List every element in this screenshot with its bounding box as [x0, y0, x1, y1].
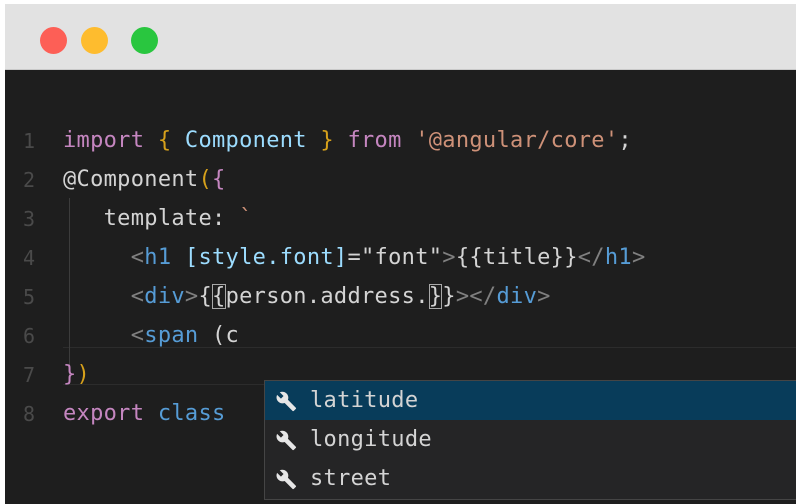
code-token: > — [184, 284, 199, 309]
suggestion-item[interactable]: longitude — [265, 420, 796, 459]
code-token: } — [63, 362, 77, 387]
code-text: }) — [63, 356, 90, 394]
code-token: < — [63, 245, 145, 270]
code-token: "font" — [361, 245, 443, 270]
code-token: template — [63, 206, 212, 231]
code-text: import { Component } from '@angular/core… — [63, 122, 632, 160]
code-token: ; — [618, 128, 632, 153]
close-button[interactable] — [40, 27, 67, 54]
autocomplete-suggestions: latitude longitude street — [264, 380, 796, 500]
code-token: @Component — [63, 167, 199, 192]
code-token: ) — [76, 362, 91, 387]
suggestion-label: longitude — [310, 427, 432, 452]
code-text: <h1 [style.font]="font">{{title}}</h1> — [63, 239, 645, 277]
code-text: <div>{{person.address.}}></div> — [63, 278, 551, 316]
code-token: < — [63, 323, 145, 348]
code-token: export — [63, 401, 145, 426]
code-line[interactable]: 4 <h1 [style.font]="font">{{title}}</h1> — [5, 239, 796, 277]
code-token: } — [442, 284, 456, 309]
code-token: h1 — [604, 245, 632, 270]
line-number: 6 — [23, 324, 36, 348]
code-token: import — [63, 128, 145, 153]
matching-brace: { — [212, 284, 226, 309]
suggestion-item[interactable]: latitude — [265, 381, 796, 420]
code-token: = — [347, 245, 362, 270]
code-token: {{title}} — [455, 245, 578, 270]
line-number: 8 — [23, 402, 36, 426]
line-number: 1 — [23, 129, 36, 153]
code-token: span — [144, 323, 199, 348]
code-line[interactable]: 1 import { Component } from '@angular/cor… — [5, 122, 796, 160]
code-token: from — [347, 128, 402, 153]
code-token: ></ — [455, 284, 497, 309]
title-bar — [5, 4, 796, 70]
code-token: h1 — [144, 245, 172, 270]
suggestion-label: street — [310, 466, 392, 491]
code-token: (c — [198, 323, 240, 348]
line-number: 2 — [23, 168, 36, 192]
code-token: { — [212, 167, 226, 192]
code-text: export class — [63, 395, 226, 433]
suggestion-label: latitude — [310, 388, 419, 413]
code-token: div — [144, 284, 185, 309]
code-text: @Component({ — [63, 161, 226, 199]
code-token: class — [157, 401, 226, 426]
code-token: < — [63, 284, 145, 309]
code-token: Component — [184, 128, 307, 153]
code-token: > — [442, 245, 456, 270]
wrench-icon — [275, 429, 297, 451]
code-token: > — [631, 245, 646, 270]
line-number: 3 — [23, 207, 36, 231]
code-token: > — [537, 284, 551, 309]
code-token: '@angular/core' — [415, 128, 619, 153]
code-text: <span (c — [63, 317, 239, 355]
line-number: 4 — [23, 246, 36, 270]
code-token: [style.font] — [184, 245, 348, 270]
matching-brace: } — [428, 284, 443, 309]
wrench-icon — [275, 390, 297, 412]
code-token: ` — [239, 206, 253, 231]
zoom-button[interactable] — [131, 27, 158, 54]
editor-window: 1 import { Component } from '@angular/cor… — [5, 4, 796, 504]
code-token: { — [198, 284, 213, 309]
code-line[interactable]: 3 template: ` — [5, 200, 796, 238]
minimize-button[interactable] — [81, 27, 108, 54]
code-token: person.address. — [225, 284, 429, 309]
line-number: 5 — [23, 285, 36, 309]
line-number: 7 — [23, 363, 36, 387]
code-token: { — [157, 128, 172, 153]
code-line[interactable]: 6 <span (c — [5, 317, 796, 355]
suggestion-item[interactable]: street — [265, 459, 796, 498]
code-token: div — [496, 284, 538, 309]
code-text: template: ` — [63, 200, 253, 238]
wrench-icon — [275, 468, 297, 490]
code-editor[interactable]: 1 import { Component } from '@angular/cor… — [5, 70, 796, 504]
code-token: } — [320, 128, 334, 153]
code-token: ( — [198, 167, 212, 192]
code-token: : — [212, 206, 226, 231]
code-line[interactable]: 5 <div>{{person.address.}}></div> — [5, 278, 796, 316]
code-token: </ — [577, 245, 605, 270]
code-line[interactable]: 2 @Component({ — [5, 161, 796, 199]
